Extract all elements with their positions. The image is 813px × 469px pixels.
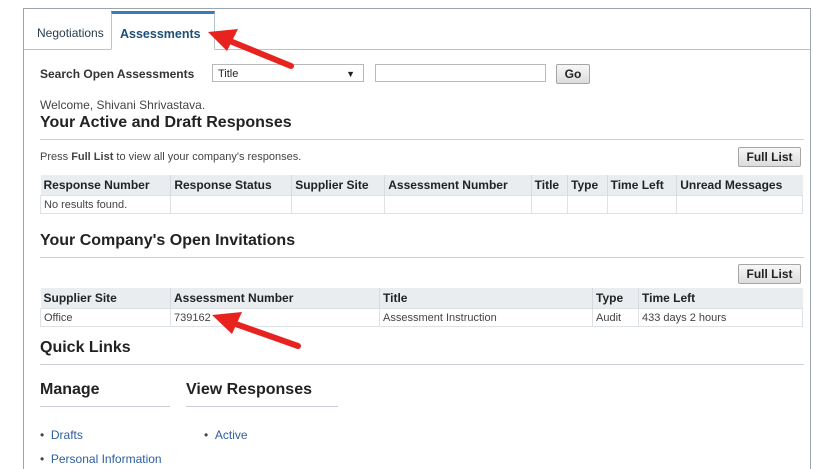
manage-heading: Manage: [40, 381, 100, 398]
quick-link-active[interactable]: • Active: [204, 428, 248, 442]
divider: [40, 364, 804, 365]
table-row: No results found.: [39, 195, 803, 214]
col-supplier-site: Supplier Site: [291, 175, 386, 196]
full-list-button-responses[interactable]: Full List: [738, 147, 801, 167]
quick-links-heading: Quick Links: [40, 339, 131, 356]
quick-link-drafts[interactable]: • Drafts: [40, 428, 83, 442]
cell-type: Audit: [592, 308, 639, 327]
table-row: Office 739162 Assessment Instruction Aud…: [40, 308, 803, 327]
active-responses-heading: Your Active and Draft Responses: [40, 114, 292, 131]
open-invitations-heading: Your Company's Open Invitations: [40, 232, 296, 249]
divider: [40, 257, 804, 258]
assessments-page: Negotiations Assessments Search Open Ass…: [23, 8, 811, 469]
col-type: Type: [592, 288, 639, 309]
tab-bar: Negotiations Assessments: [24, 9, 810, 50]
col-response-status: Response Status: [170, 175, 293, 196]
col-title: Title: [531, 175, 569, 196]
col-assessment-number: Assessment Number: [170, 288, 380, 309]
table-header-row: Response Number Response Status Supplier…: [40, 175, 803, 196]
chevron-down-icon: ▼: [346, 69, 355, 79]
tab-assessments[interactable]: Assessments: [111, 11, 215, 50]
col-assessment-number: Assessment Number: [384, 175, 532, 196]
red-arrow-icon: [212, 312, 301, 349]
empty-message: No results found.: [39, 195, 172, 214]
cell-time-left: 433 days 2 hours: [638, 308, 803, 327]
col-time-left: Time Left: [638, 288, 803, 309]
table-header-row: Supplier Site Assessment Number Title Ty…: [40, 288, 803, 309]
cell-title: Assessment Instruction: [379, 308, 593, 327]
cell-supplier-site: Office: [40, 308, 171, 327]
divider: [40, 406, 170, 407]
col-supplier-site: Supplier Site: [40, 288, 171, 309]
red-arrow-icon: [208, 29, 294, 69]
col-unread-messages: Unread Messages: [676, 175, 803, 196]
welcome-text: Welcome, Shivani Shrivastava.: [40, 98, 206, 112]
divider: [40, 139, 804, 140]
full-list-button-invitations[interactable]: Full List: [738, 264, 801, 284]
search-input[interactable]: [375, 64, 546, 82]
tab-negotiations[interactable]: Negotiations: [29, 17, 112, 49]
full-list-instruction: Press Full List to view all your company…: [40, 151, 302, 163]
col-type: Type: [567, 175, 608, 196]
col-response-number: Response Number: [40, 175, 172, 196]
col-time-left: Time Left: [607, 175, 678, 196]
col-title: Title: [379, 288, 593, 309]
open-invitations-table: Supplier Site Assessment Number Title Ty…: [40, 288, 803, 327]
search-label: Search Open Assessments: [40, 67, 195, 81]
divider: [186, 406, 338, 407]
go-button[interactable]: Go: [556, 64, 590, 84]
active-responses-table: Response Number Response Status Supplier…: [39, 175, 803, 214]
quick-link-personal-information[interactable]: • Personal Information: [40, 452, 162, 466]
view-responses-heading: View Responses: [186, 381, 312, 398]
